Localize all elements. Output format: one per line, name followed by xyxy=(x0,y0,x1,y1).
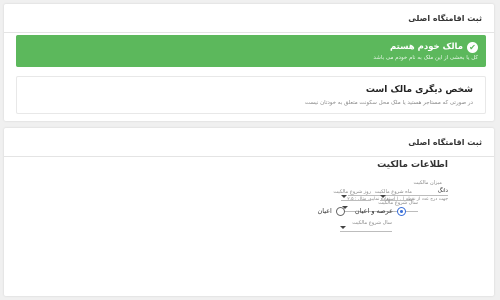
ownership-type-radio-group: عرصه و اعیان اعیان xyxy=(317,205,406,217)
divider xyxy=(4,32,494,33)
owner-self-title: مالک خودم هستم xyxy=(390,42,463,52)
card-title: ثبت اقامتگاه اصلی xyxy=(408,14,482,23)
check-circle-icon: ✔ xyxy=(467,42,478,53)
ownership-amount-label: میزان مالکیت xyxy=(413,180,442,186)
other-owner-option[interactable]: شخص دیگری مالک است در صورتی که مستاجر هس… xyxy=(16,76,486,114)
radio-checked-icon xyxy=(397,206,406,216)
ownership-type-card: ثبت اقامتگاه اصلی ✔ مالک خودم هستم کل یا… xyxy=(4,4,494,121)
radio-arse-va-ayan[interactable]: عرصه و اعیان xyxy=(354,206,406,216)
section-title: اطلاعات مالکیت xyxy=(377,160,448,170)
owner-self-subtitle: کل یا بخشی از این ملک به نام خودم می باش… xyxy=(373,55,478,61)
start-day-label: روز شروع مالکیت xyxy=(333,189,371,195)
owner-self-option[interactable]: ✔ مالک خودم هستم کل یا بخشی از این ملک ب… xyxy=(16,35,486,67)
other-owner-title: شخص دیگری مالک است xyxy=(365,85,473,95)
card-title: ثبت اقامتگاه اصلی xyxy=(408,138,482,147)
radio-ayan[interactable]: اعیان xyxy=(317,206,345,216)
start-year-2-field[interactable]: سال شروع مالکیت xyxy=(340,220,392,232)
divider xyxy=(4,156,494,157)
ownership-details-card: ثبت اقامتگاه اصلی اطلاعات مالکیت میزان م… xyxy=(4,128,494,296)
chevron-down-icon xyxy=(340,226,346,229)
start-year-2-label: سال شروع مالکیت xyxy=(352,220,392,226)
chevron-down-icon xyxy=(341,195,347,198)
dropdown-line xyxy=(340,231,392,232)
radio-label: عرصه و اعیان xyxy=(354,207,393,215)
radio-unchecked-icon xyxy=(335,206,345,216)
ownership-amount-unit: دانگ xyxy=(437,188,448,194)
chevron-down-icon xyxy=(380,195,386,198)
radio-label: اعیان xyxy=(317,207,332,215)
other-owner-subtitle: در صورتی که مستاجر هستید یا ملک محل سکون… xyxy=(304,100,473,106)
